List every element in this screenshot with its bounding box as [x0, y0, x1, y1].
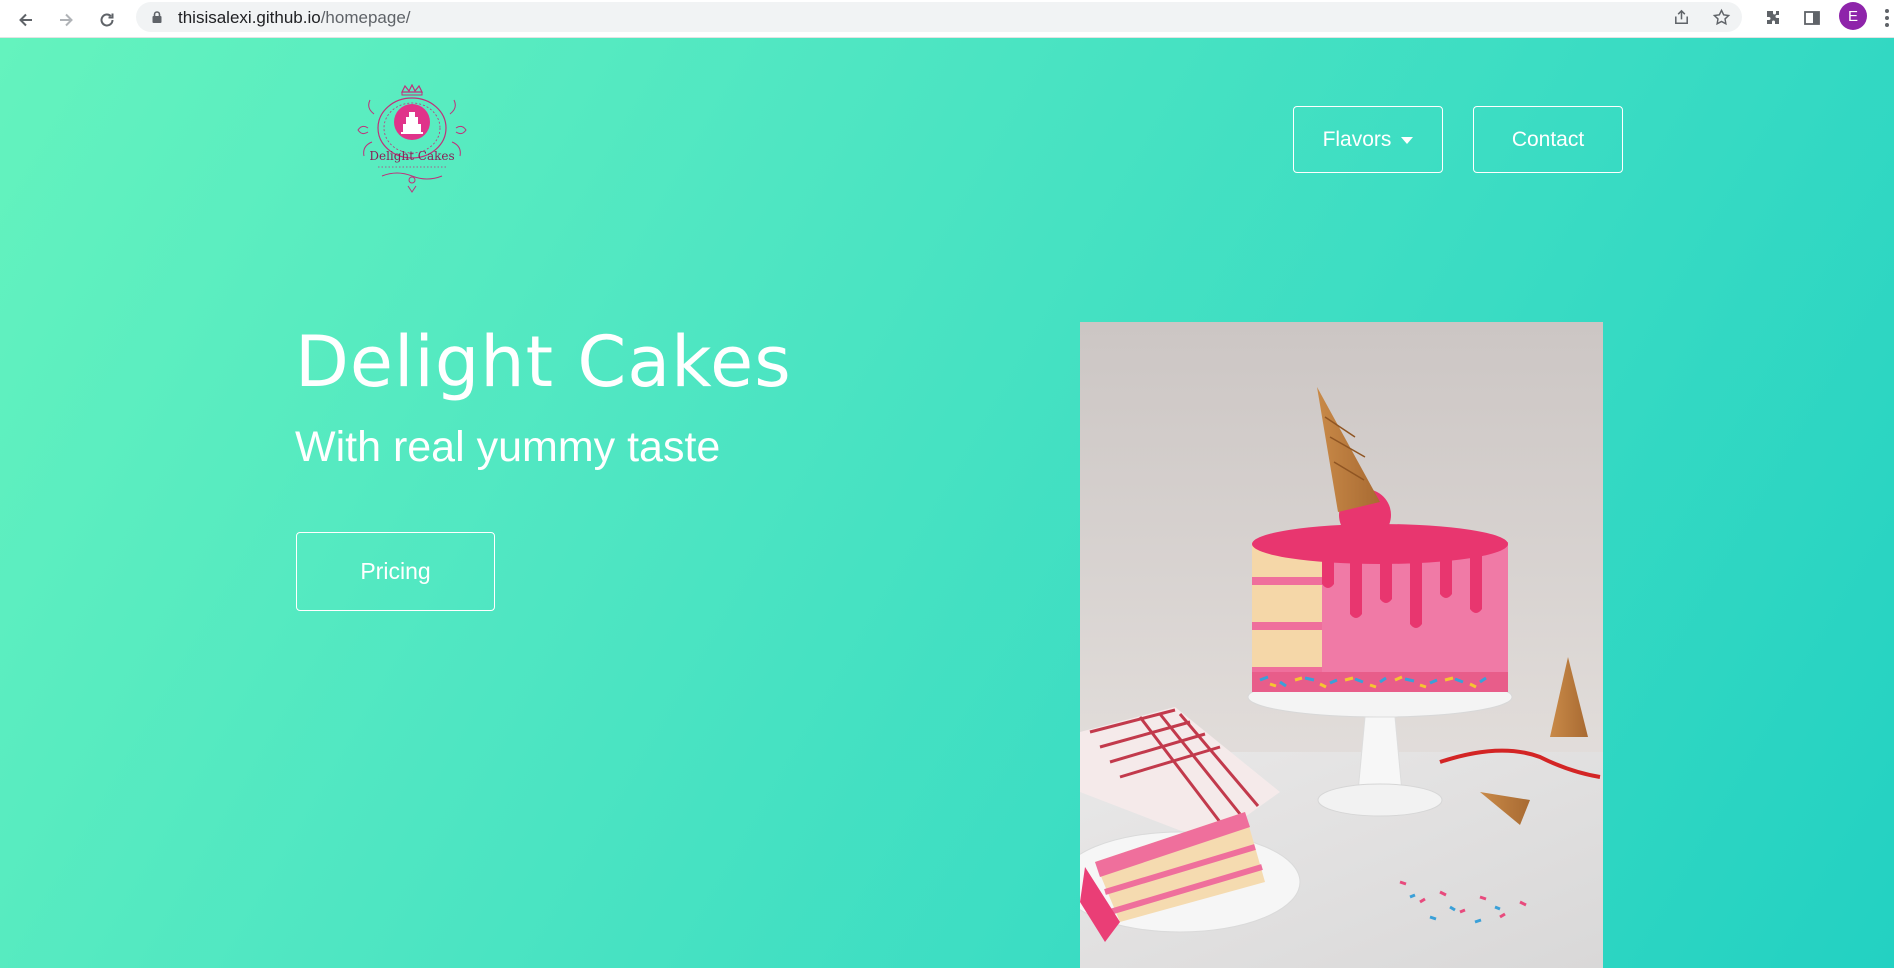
homepage: Delight Cakes Flavors Contact Delight Ca…: [0, 38, 1894, 968]
address-bar[interactable]: thisisalexi.github.io/homepage/: [136, 2, 1742, 32]
browser-toolbar: thisisalexi.github.io/homepage/ E: [0, 0, 1894, 38]
forward-icon: [60, 13, 73, 27]
logo-emblem: Delight Cakes: [357, 83, 467, 193]
lock-icon: [152, 11, 162, 23]
logo-text: Delight Cakes: [369, 149, 454, 163]
cake-illustration: [1080, 322, 1603, 968]
menu-icon: [1885, 9, 1889, 13]
contact-button[interactable]: Contact: [1473, 106, 1623, 173]
profile-avatar[interactable]: E: [1839, 2, 1867, 30]
contact-label: Contact: [1511, 127, 1585, 151]
side-panel-button[interactable]: [1798, 4, 1826, 32]
caret-down-icon: [1401, 137, 1414, 144]
url-text: thisisalexi.github.io/homepage/: [178, 8, 411, 28]
back-icon: [19, 13, 32, 27]
pricing-button[interactable]: Pricing: [296, 532, 495, 611]
brand-logo[interactable]: Delight Cakes: [352, 83, 472, 196]
menu-button[interactable]: [1880, 4, 1894, 32]
bookmark-button[interactable]: [1710, 6, 1732, 28]
hero-title: Delight Cakes: [295, 321, 792, 403]
extensions-button[interactable]: [1759, 4, 1787, 32]
reload-button[interactable]: [93, 6, 121, 34]
url-path: /homepage/: [320, 8, 411, 27]
share-icon: [1674, 9, 1688, 24]
cake-photo: [1080, 322, 1603, 968]
hero-subtitle: With real yummy taste: [295, 423, 721, 471]
back-button[interactable]: [12, 6, 40, 34]
pricing-label: Pricing: [360, 558, 431, 584]
flavors-dropdown-button[interactable]: Flavors: [1293, 106, 1443, 173]
url-host: thisisalexi.github.io: [178, 8, 321, 27]
side-panel-icon: [1804, 11, 1820, 25]
extensions-icon: [1767, 11, 1779, 24]
share-button[interactable]: [1670, 6, 1692, 28]
flavors-label: Flavors: [1322, 127, 1392, 151]
star-icon: [1712, 8, 1730, 25]
reload-icon: [100, 13, 114, 27]
forward-button[interactable]: [52, 6, 80, 34]
